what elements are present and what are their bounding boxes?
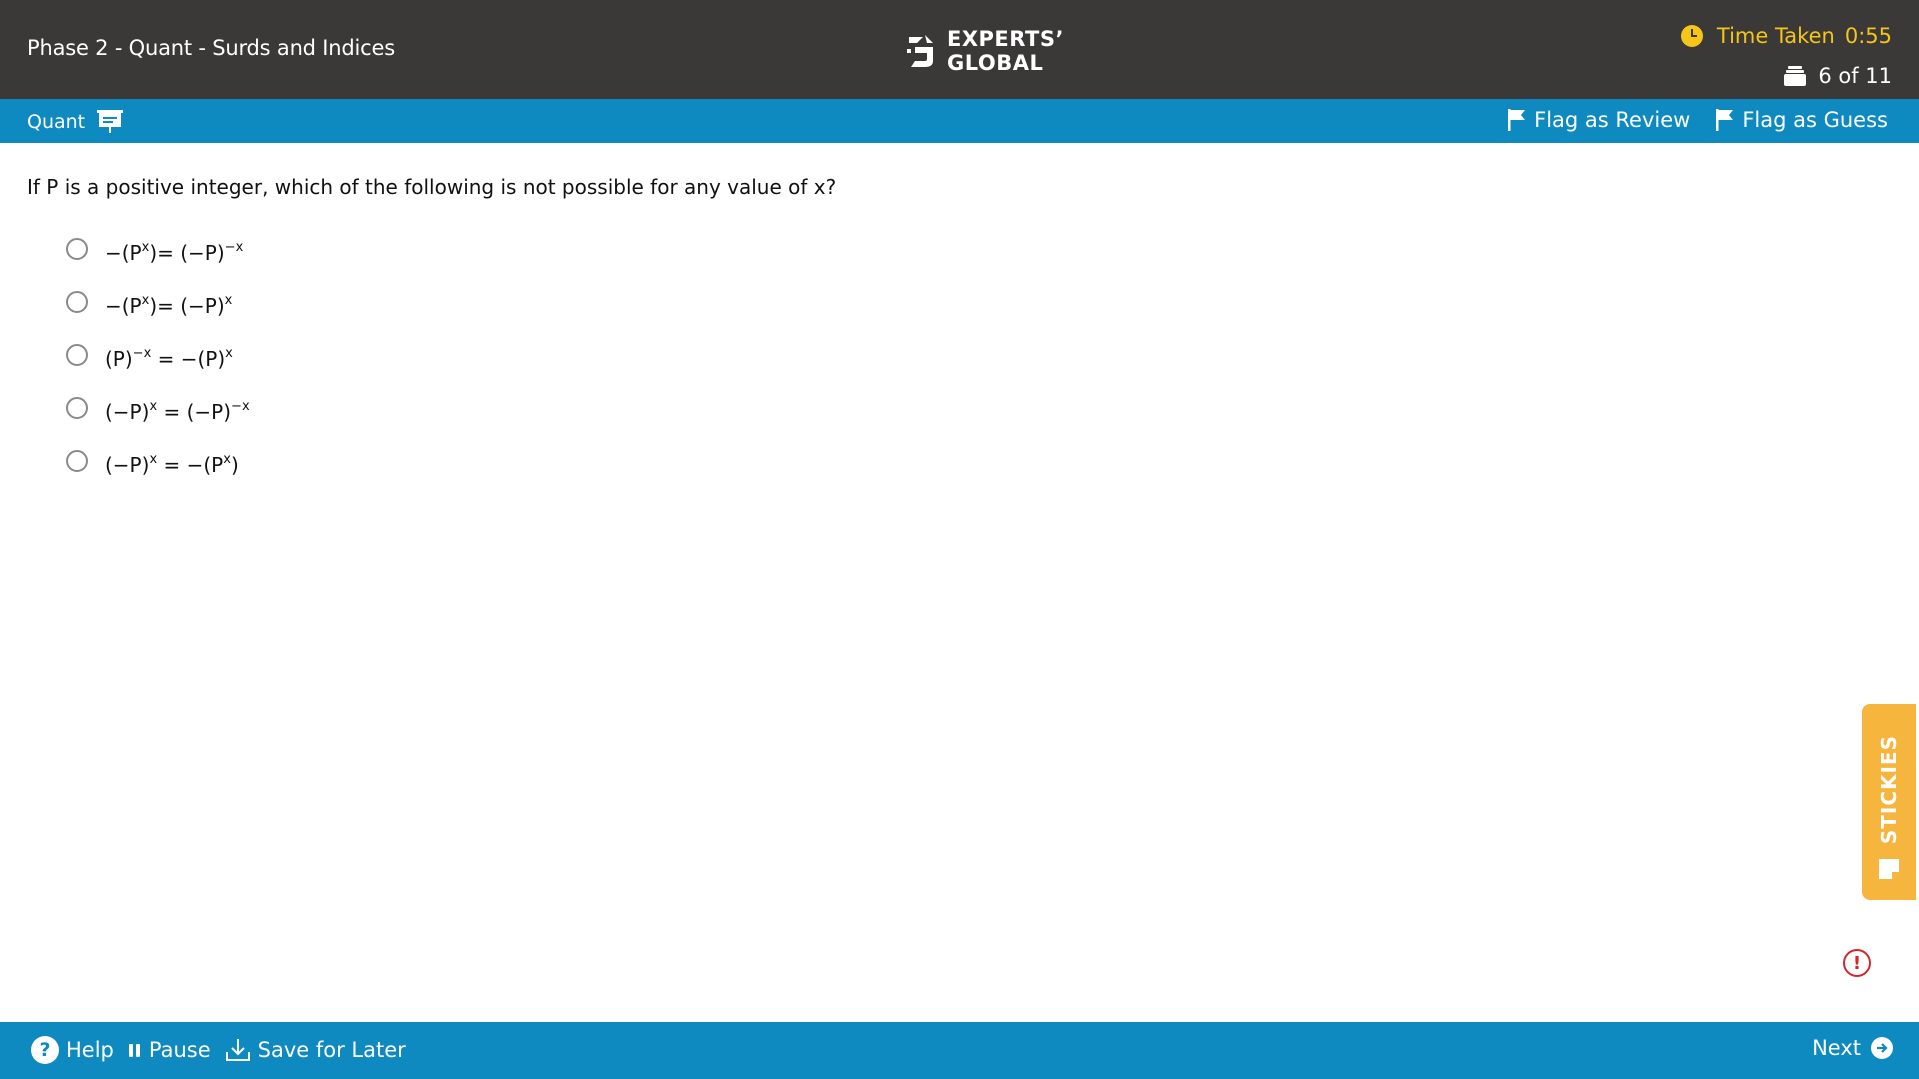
presentation-icon[interactable] [97,110,124,134]
flag-as-review-label: Flag as Review [1534,108,1691,132]
pause-button[interactable]: Pause [128,1038,211,1062]
help-label: Help [66,1038,114,1062]
question-counter-text: 6 of 11 [1818,64,1892,88]
logo-text-line1: EXPERTS’ [947,27,1064,51]
experts-global-logo: EXPERTS’ GLOBAL [903,26,1064,76]
timer-label: Time Taken [1716,24,1835,48]
save-for-later-button[interactable]: Save for Later [225,1037,406,1063]
flag-as-review-button[interactable]: Flag as Review [1508,108,1690,132]
help-icon: ? [31,1036,59,1064]
pause-icon [128,1044,140,1057]
logo-mark-icon [907,35,933,67]
help-button[interactable]: ? Help [31,1036,114,1064]
answer-option-e[interactable]: (−P)x = −(Px) [66,438,250,491]
timer: Time Taken 0:55 [1680,24,1892,48]
question-counter: 6 of 11 [1784,64,1892,88]
answer-option-a[interactable]: −(Px)= (−P)−x [66,226,250,279]
stickies-label: STICKIES [1877,734,1901,844]
flag-controls: Flag as Review Flag as Guess [1508,108,1888,132]
flag-icon [1716,109,1734,131]
radio-button[interactable] [66,290,88,313]
flag-as-guess-label: Flag as Guess [1742,108,1888,132]
flag-icon [1508,109,1526,131]
logo-text-line2: GLOBAL [947,51,1044,75]
question-stack-icon [1784,66,1807,86]
answer-option-c[interactable]: (P)−x = −(P)x [66,332,250,385]
question-stem: If P is a positive integer, which of the… [27,175,837,199]
answer-option-label: −(Px)= (−P)−x [105,239,244,265]
radio-button[interactable] [66,343,88,366]
save-for-later-label: Save for Later [257,1038,406,1062]
flag-as-guess-button[interactable]: Flag as Guess [1716,108,1888,132]
next-label: Next [1812,1036,1861,1060]
next-button[interactable]: Next [1812,1036,1893,1060]
download-icon [225,1039,250,1061]
top-header: Phase 2 - Quant - Surds and Indices EXPE… [0,0,1919,99]
stickies-tab[interactable]: STICKIES [1862,704,1916,900]
answer-option-label: (P)−x = −(P)x [105,345,233,371]
answer-option-label: −(Px)= (−P)x [105,292,233,318]
bottom-left-controls: ? Help Pause Save for Later [31,1036,406,1064]
answer-option-b[interactable]: −(Px)= (−P)x [66,279,250,332]
radio-button[interactable] [66,449,88,472]
answer-option-d[interactable]: (−P)x = (−P)−x [66,385,250,438]
timer-value: 0:55 [1844,24,1892,48]
arrow-right-icon [1871,1037,1893,1059]
alert-icon[interactable]: ! [1843,949,1871,977]
answer-option-label: (−P)x = (−P)−x [105,398,250,424]
bottom-toolbar: ? Help Pause Save for Later Next [0,1022,1919,1079]
exam-title: Phase 2 - Quant - Surds and Indices [27,36,395,60]
radio-button[interactable] [66,396,88,419]
section-label: Quant [27,110,124,134]
sticky-note-icon [1879,859,1899,879]
clock-icon [1680,25,1703,47]
exam-screen: Phase 2 - Quant - Surds and Indices EXPE… [0,0,1919,1079]
section-name-text: Quant [27,111,86,133]
pause-label: Pause [148,1038,211,1062]
answer-options: −(Px)= (−P)−x −(Px)= (−P)x (P)−x = −(P)x… [66,226,250,491]
section-bar: Quant Flag as Review Flag as Guess [0,99,1919,143]
radio-button[interactable] [66,237,88,260]
answer-option-label: (−P)x = −(Px) [105,451,239,477]
